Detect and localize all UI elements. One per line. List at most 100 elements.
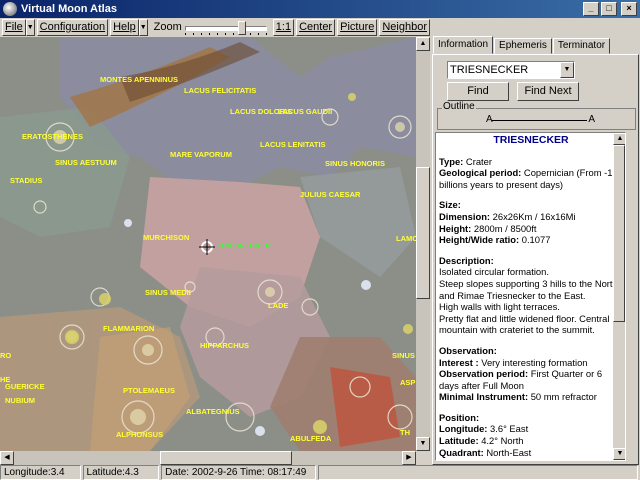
map-label[interactable]: JULIUS CAESAR [300,190,361,199]
info-scroll-down-icon[interactable]: ▼ [613,448,625,460]
scroll-right-arrow-icon[interactable]: ▶ [402,451,416,465]
map-label[interactable]: MARE VAPORUM [170,150,232,159]
vertical-scroll-thumb[interactable] [416,167,430,299]
map-label[interactable]: GUERICKE [5,382,45,391]
status-bar: Longitude:3.4 Latitude:4.3 Date: 2002-9-… [0,465,640,480]
ratio-value: 0.1077 [521,234,551,246]
map-label[interactable]: RO [0,351,11,360]
zoom-slider-thumb[interactable] [237,20,246,35]
info-scroll-thumb[interactable] [613,145,625,322]
description-line: Pretty flat and little widened floor. Ce… [439,312,610,336]
description-line: High walls with light terraces. [439,301,560,313]
tab-terminator[interactable]: Terminator [552,38,611,54]
map-label[interactable]: LACUS FELICITATIS [184,86,256,95]
picture-button[interactable]: Picture [337,18,378,36]
outline-point-b: A [588,114,595,125]
file-dropdown-icon[interactable]: ▼ [25,18,35,36]
map-vertical-scrollbar[interactable]: ▲ ▼ [416,37,430,451]
interest-value: Very interesting formation [481,356,588,368]
description-line: Isolated circular formation. [439,266,549,278]
tab-ephemeris[interactable]: Ephemeris [494,38,552,54]
latitude-value: 4.2° North [481,435,524,447]
scroll-down-arrow-icon[interactable]: ▼ [416,437,430,451]
formation-search-combo[interactable]: TRIESNECKER ▼ [447,61,575,79]
file-menu[interactable]: File [2,18,26,36]
map-horizontal-scrollbar[interactable]: ◀ ▶ [0,451,416,465]
map-label[interactable]: LADE [268,301,288,310]
map-label[interactable]: SINUS ASPERITATIS [392,351,416,360]
map-label[interactable]: TH [400,428,410,437]
description-header: Description: [439,254,494,266]
window-title: Virtual Moon Atlas [21,3,117,15]
minimize-button[interactable]: _ [583,2,599,16]
dimension-value: 26x26Km / 16x16Mi [492,210,576,222]
zoom-slider[interactable] [184,20,267,35]
observation-header: Observation: [439,344,497,356]
scroll-left-arrow-icon[interactable]: ◀ [0,451,14,465]
map-label[interactable]: ASP [400,378,415,387]
map-label[interactable]: ABULFEDA [290,434,332,443]
outline-group: Outline A A [437,101,636,130]
neighbor-button[interactable]: Neighbor [379,18,430,36]
find-next-button[interactable]: Find Next [517,82,579,101]
size-header: Size: [439,199,461,211]
map-label[interactable]: MURCHISON [143,233,189,242]
moon-app-icon [3,2,17,16]
map-label[interactable]: SINUS AESTUUM [55,158,117,167]
map-label[interactable]: FLAMMARION [103,324,154,333]
scroll-corner [416,451,430,465]
info-scrollbar[interactable]: ▲ ▼ [613,133,625,460]
map-label[interactable]: STADIUS [10,176,42,185]
map-label[interactable]: HE [0,375,10,384]
moon-map[interactable]: MONTES APENNINUS LACUS FELICITATIS LACUS… [0,37,416,451]
map-label[interactable]: LACUS LENITATIS [260,140,326,149]
status-datetime: Date: 2002-9-26 Time: 08:17:49 [161,465,317,480]
zoom-label: Zoom [153,21,182,33]
formation-name: TRIESNECKER [493,134,569,146]
side-panel: Information Ephemeris Terminator TRIESNE… [430,36,640,465]
position-header: Position: [439,411,480,423]
map-label[interactable]: ALBATEGNIUS [186,407,240,416]
quadrant-value: North-East [486,446,532,458]
zoom-1-1-button[interactable]: 1:1 [272,18,295,36]
map-label[interactable]: LAMONT [396,234,416,243]
map-label[interactable]: NUBIUM [5,396,35,405]
status-latitude: Latitude:4.3 [82,465,160,480]
type-value: Crater [465,155,492,167]
close-button[interactable]: × [621,2,637,16]
height-value: 2800m / 8500ft [473,222,537,234]
horizontal-scroll-thumb[interactable] [160,451,292,465]
instrument-value: 50 mm refractor [530,391,597,403]
outline-line [492,120,587,121]
map-label-selected[interactable]: TRIESNECKER [217,241,271,250]
title-bar: Virtual Moon Atlas _ □ × [0,0,640,18]
configuration-menu[interactable]: Configuration [36,18,109,36]
map-label[interactable]: ERATOSTHENES [22,132,83,141]
map-label[interactable]: SINUS MEDII [145,288,191,297]
chevron-down-icon[interactable]: ▼ [560,62,574,78]
scroll-up-arrow-icon[interactable]: ▲ [416,37,430,51]
outline-label: Outline [442,101,476,112]
description-line: Steep slopes supporting 3 hills to the N… [439,277,618,301]
tab-bar: Information Ephemeris Terminator [433,36,611,54]
formation-search-value[interactable]: TRIESNECKER [450,63,528,77]
map-label[interactable]: SINUS HONORIS [325,159,385,168]
zoom-track [184,25,267,31]
tab-information[interactable]: Information [433,36,494,54]
help-menu[interactable]: Help [110,18,139,36]
formation-info-box[interactable]: TRIESNECKER Type: Crater Geological peri… [435,132,626,461]
map-label[interactable]: HIPPARCHUS [200,341,249,350]
find-button[interactable]: Find [447,82,509,101]
info-scroll-up-icon[interactable]: ▲ [613,133,625,145]
map-label[interactable]: MONTES APENNINUS [100,75,178,84]
map-label[interactable]: LACUS GAUDII [278,107,332,116]
help-dropdown-icon[interactable]: ▼ [138,18,148,36]
map-label[interactable]: ALPHONSUS [116,430,163,439]
toolbar: File ▼ Configuration Help ▼ Zoom 1:1 Cen… [0,18,430,36]
map-label[interactable]: PTOLEMAEUS [123,386,175,395]
information-panel: TRIESNECKER ▼ Find Find Next Outline A A… [432,54,639,465]
maximize-button[interactable]: □ [601,2,617,16]
center-button[interactable]: Center [296,18,336,36]
moon-map-image[interactable]: MONTES APENNINUS LACUS FELICITATIS LACUS… [0,37,416,451]
zoom-ticks [184,32,267,35]
